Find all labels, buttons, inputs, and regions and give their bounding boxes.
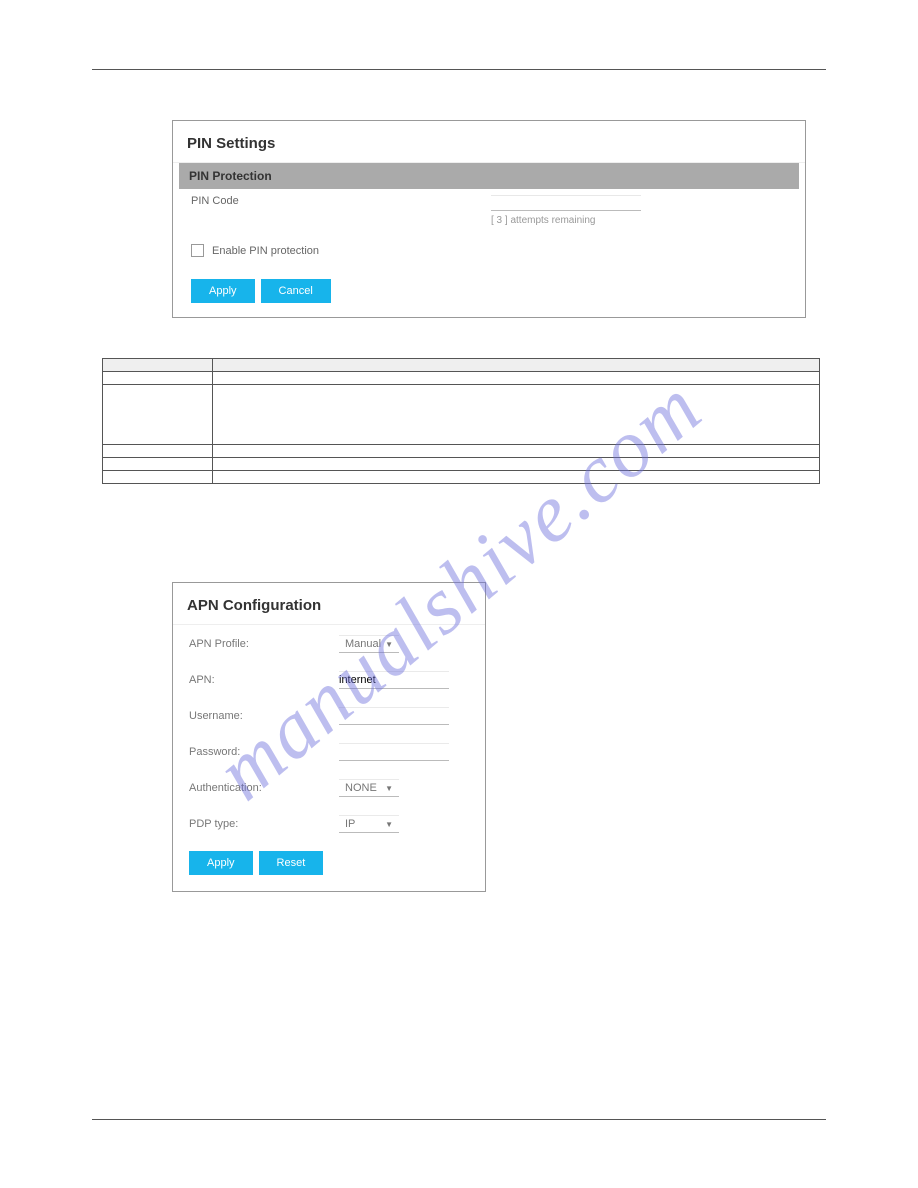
pdp-label: PDP type: — [189, 818, 339, 830]
pin-code-label: PIN Code — [191, 195, 491, 211]
table-row — [103, 471, 820, 484]
spec-table — [102, 358, 820, 484]
spec-cell — [213, 445, 820, 458]
spec-cell — [103, 458, 213, 471]
spec-head-label — [103, 359, 213, 372]
pdp-value: IP — [345, 818, 355, 830]
enable-pin-label: Enable PIN protection — [212, 245, 319, 257]
apn-config-panel: APN Configuration APN Profile: Manual ▼ … — [172, 582, 486, 892]
apn-reset-button[interactable]: Reset — [259, 851, 324, 875]
apn-profile-value: Manual — [345, 638, 381, 650]
auth-value: NONE — [345, 782, 377, 794]
table-row — [103, 458, 820, 471]
apn-profile-select[interactable]: Manual ▼ — [339, 635, 399, 653]
pin-apply-button[interactable]: Apply — [191, 279, 255, 303]
pin-cancel-button[interactable]: Cancel — [261, 279, 331, 303]
pin-code-input[interactable] — [491, 195, 641, 211]
chevron-down-icon: ▼ — [385, 784, 393, 793]
pin-section-header: PIN Protection — [179, 163, 799, 189]
spec-cell — [213, 458, 820, 471]
pin-settings-panel: PIN Settings PIN Protection PIN Code [ 3… — [172, 120, 806, 318]
username-input[interactable] — [339, 707, 449, 725]
spec-cell — [213, 372, 820, 385]
password-input[interactable] — [339, 743, 449, 761]
apn-label: APN: — [189, 674, 339, 686]
auth-label: Authentication: — [189, 782, 339, 794]
apn-input[interactable] — [339, 671, 449, 689]
password-label: Password: — [189, 746, 339, 758]
auth-select[interactable]: NONE ▼ — [339, 779, 399, 797]
apn-apply-button[interactable]: Apply — [189, 851, 253, 875]
pdp-select[interactable]: IP ▼ — [339, 815, 399, 833]
spec-cell — [103, 445, 213, 458]
chevron-down-icon: ▼ — [385, 640, 393, 649]
table-row — [103, 372, 820, 385]
spec-cell — [103, 471, 213, 484]
spec-cell — [103, 385, 213, 445]
enable-pin-checkbox[interactable] — [191, 244, 204, 257]
spec-head-desc — [213, 359, 820, 372]
chevron-down-icon: ▼ — [385, 820, 393, 829]
apn-profile-label: APN Profile: — [189, 638, 339, 650]
apn-panel-title: APN Configuration — [173, 583, 485, 625]
table-row — [103, 445, 820, 458]
pin-attempts-hint: [ 3 ] attempts remaining — [173, 215, 805, 226]
footer — [92, 1119, 826, 1126]
pin-panel-title: PIN Settings — [173, 121, 805, 163]
spec-cell — [213, 385, 820, 445]
username-label: Username: — [189, 710, 339, 722]
header-rule — [92, 52, 826, 70]
table-row — [103, 385, 820, 445]
spec-cell — [103, 372, 213, 385]
spec-cell — [213, 471, 820, 484]
